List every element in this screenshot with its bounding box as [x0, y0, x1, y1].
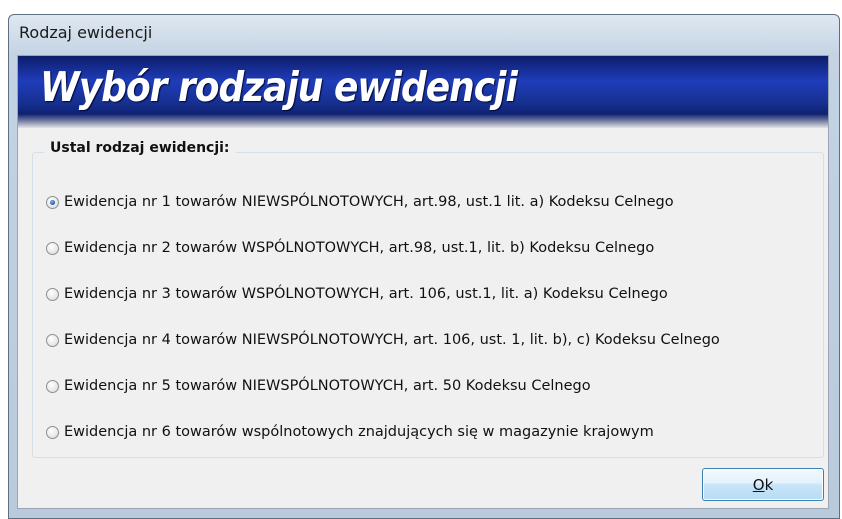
ok-button[interactable]: Ok — [702, 468, 824, 501]
radio-button-4[interactable] — [46, 333, 59, 347]
title-bar[interactable]: Rodzaj ewidencji — [9, 15, 839, 53]
window-title: Rodzaj ewidencji — [19, 23, 153, 42]
radio-label-6: Ewidencja nr 6 towarów wspólnotowych zna… — [64, 424, 654, 440]
radio-option-4[interactable]: Ewidencja nr 4 towarów NIEWSPÓLNOTOWYCH,… — [46, 330, 720, 350]
radio-label-2: Ewidencja nr 2 towarów WSPÓLNOTOWYCH, ar… — [64, 240, 655, 256]
radio-label-4: Ewidencja nr 4 towarów NIEWSPÓLNOTOWYCH,… — [64, 332, 720, 348]
radio-button-2[interactable] — [46, 241, 59, 255]
dialog-window: Rodzaj ewidencji Wybór rodzaju ewidencji… — [8, 14, 840, 519]
radio-button-6[interactable] — [46, 425, 59, 439]
radio-option-6[interactable]: Ewidencja nr 6 towarów wspólnotowych zna… — [46, 422, 654, 442]
radio-label-1: Ewidencja nr 1 towarów NIEWSPÓLNOTOWYCH,… — [64, 194, 674, 210]
radio-option-2[interactable]: Ewidencja nr 2 towarów WSPÓLNOTOWYCH, ar… — [46, 238, 654, 258]
radio-label-3: Ewidencja nr 3 towarów WSPÓLNOTOWYCH, ar… — [64, 286, 668, 302]
ok-mnemonic: O — [752, 475, 765, 494]
group-legend: Ustal rodzaj ewidencji: — [44, 140, 236, 156]
ok-label-rest: k — [764, 475, 774, 494]
radio-option-3[interactable]: Ewidencja nr 3 towarów WSPÓLNOTOWYCH, ar… — [46, 284, 668, 304]
banner-title: Wybór rodzaju ewidencji — [40, 64, 518, 112]
dialog-client-area: Wybór rodzaju ewidencji Ustal rodzaj ewi… — [17, 55, 829, 509]
radio-button-1[interactable] — [46, 195, 59, 209]
radio-label-5: Ewidencja nr 5 towarów NIEWSPÓLNOTOWYCH,… — [64, 378, 591, 394]
radio-button-3[interactable] — [46, 287, 59, 301]
radio-button-5[interactable] — [46, 379, 59, 393]
radio-option-1[interactable]: Ewidencja nr 1 towarów NIEWSPÓLNOTOWYCH,… — [46, 192, 674, 212]
radio-option-5[interactable]: Ewidencja nr 5 towarów NIEWSPÓLNOTOWYCH,… — [46, 376, 591, 396]
header-banner: Wybór rodzaju ewidencji — [18, 56, 828, 128]
